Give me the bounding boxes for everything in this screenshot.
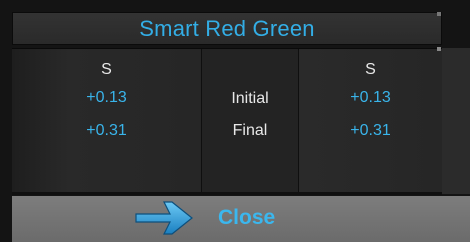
left-final-value: +0.31 [86,122,127,139]
final-label: Final [232,122,268,139]
right-final-value: +0.31 [350,122,391,139]
right-initial-value: +0.13 [350,89,391,106]
panel-corner-marker [437,47,441,51]
left-column-header: S [101,61,112,78]
close-button-label: Close [218,206,276,229]
title-corner-marker [437,12,441,16]
values-panel: S +0.13 +0.31 Initial Final S +0.13 +0.3… [12,48,442,195]
left-initial-value: +0.13 [86,89,127,106]
arrow-right-icon [135,201,193,235]
middle-column: Initial Final [202,49,299,195]
title-bar: Smart Red Green [12,12,442,45]
footer-separator [12,192,442,195]
dialog-title: Smart Red Green [139,15,315,41]
initial-label: Initial [231,90,269,107]
close-button[interactable]: Close [12,196,470,242]
left-column: S +0.13 +0.31 [12,49,202,195]
right-column-header: S [365,61,376,78]
right-column: S +0.13 +0.31 [299,49,442,195]
panel-right-edge [442,48,470,194]
